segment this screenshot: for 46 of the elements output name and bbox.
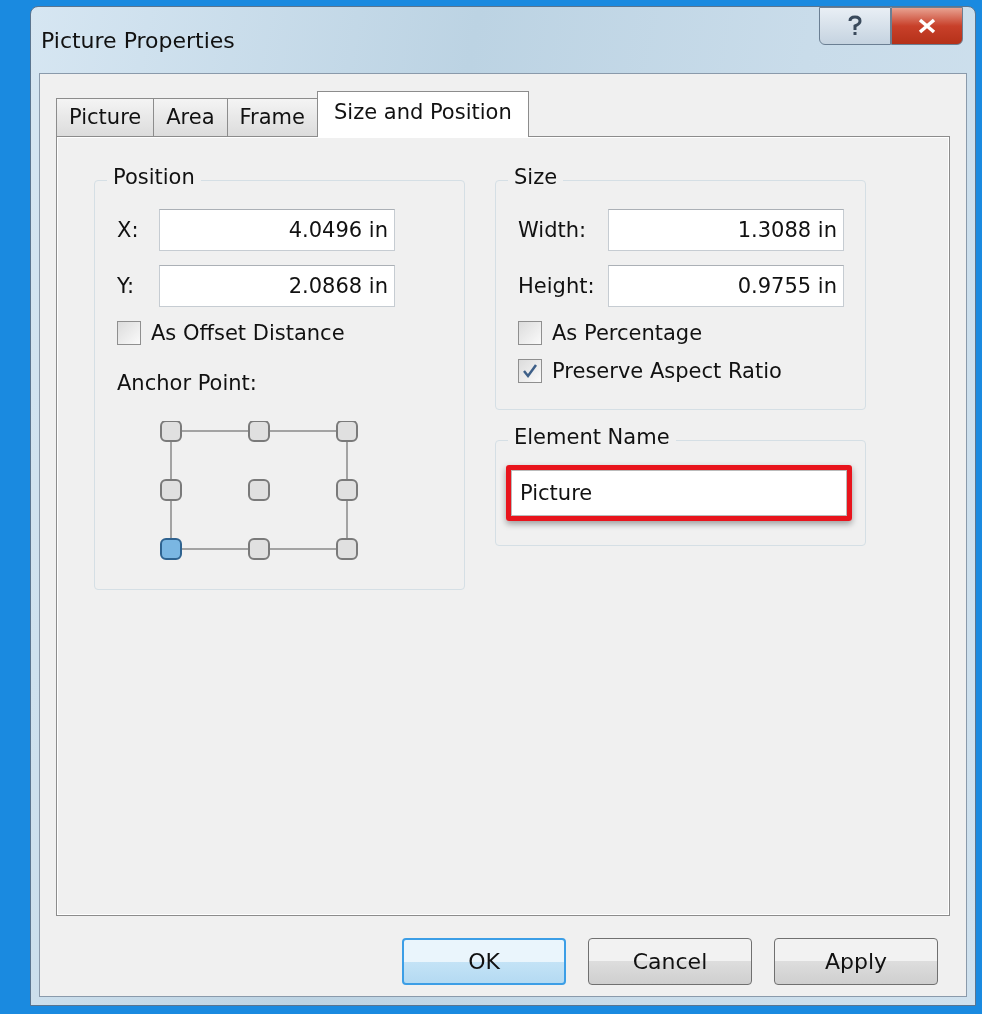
anchor-label: Anchor Point: bbox=[117, 371, 258, 395]
anchor-point[interactable] bbox=[336, 479, 358, 501]
anchor-point[interactable] bbox=[336, 538, 358, 560]
field-label: Width: bbox=[518, 218, 588, 242]
tab[interactable]: Frame bbox=[226, 98, 318, 136]
connector-line bbox=[346, 440, 348, 481]
dialog-button[interactable]: OK bbox=[402, 938, 566, 985]
field-label: Height: bbox=[518, 274, 596, 298]
anchor-point[interactable] bbox=[160, 421, 182, 442]
tab[interactable]: Size and Position bbox=[317, 91, 529, 137]
checkbox[interactable] bbox=[518, 359, 542, 383]
checkbox-label: As Offset Distance bbox=[151, 321, 345, 345]
dialog-button[interactable]: Apply bbox=[774, 938, 938, 985]
anchor-point[interactable] bbox=[336, 421, 358, 442]
connector-line bbox=[180, 548, 250, 550]
anchor-point[interactable] bbox=[248, 421, 270, 442]
check-icon bbox=[522, 363, 538, 379]
connector-line bbox=[170, 440, 172, 481]
input-field[interactable]: 1.3088 in bbox=[608, 209, 844, 251]
input-field[interactable]: 4.0496 in bbox=[159, 209, 395, 251]
connector-line bbox=[268, 548, 338, 550]
help-button[interactable] bbox=[819, 7, 891, 45]
anchor-point[interactable] bbox=[248, 538, 270, 560]
tab[interactable]: Area bbox=[153, 98, 228, 136]
connector-line bbox=[170, 499, 172, 540]
anchor-point[interactable] bbox=[248, 479, 270, 501]
anchor-point[interactable] bbox=[160, 538, 182, 560]
connector-line bbox=[180, 430, 250, 432]
connector-line bbox=[268, 430, 338, 432]
field-label: X: bbox=[117, 218, 140, 242]
input-field[interactable]: 0.9755 in bbox=[608, 265, 844, 307]
tab[interactable]: Picture bbox=[56, 98, 155, 136]
name-field[interactable]: Picture bbox=[511, 470, 847, 516]
checkbox-label: As Percentage bbox=[552, 321, 703, 345]
input-field[interactable]: 2.0868 in bbox=[159, 265, 395, 307]
question-mark-icon bbox=[847, 15, 863, 37]
field-label: Y: bbox=[117, 274, 136, 298]
window-title: Picture Properties bbox=[41, 27, 235, 53]
checkbox-label: Preserve Aspect Ratio bbox=[552, 359, 782, 383]
close-icon bbox=[917, 18, 937, 34]
checkbox[interactable] bbox=[518, 321, 542, 345]
checkbox[interactable] bbox=[117, 321, 141, 345]
dialog-button[interactable]: Cancel bbox=[588, 938, 752, 985]
connector-line bbox=[346, 499, 348, 540]
anchor-point[interactable] bbox=[160, 479, 182, 501]
close-button[interactable] bbox=[891, 7, 963, 45]
